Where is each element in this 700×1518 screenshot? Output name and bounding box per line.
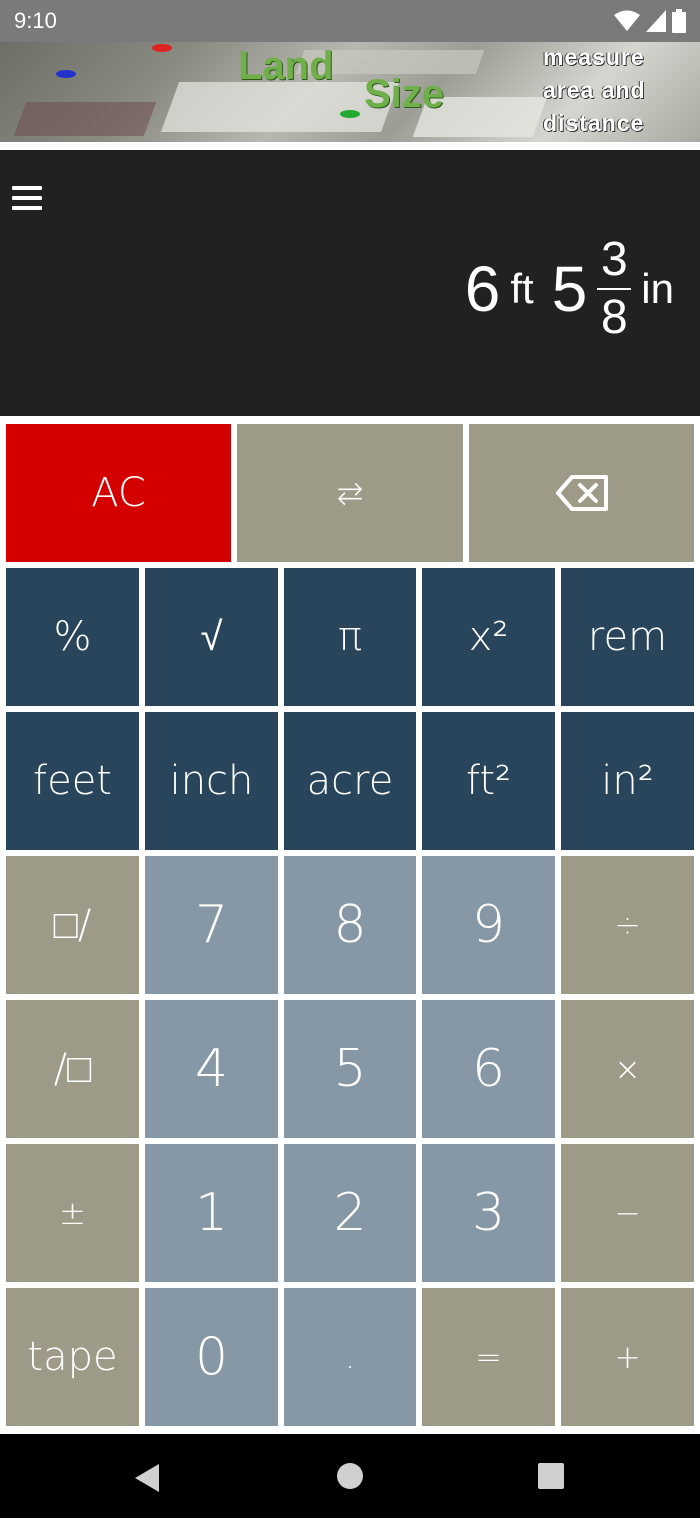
digit-2-button[interactable]: 2 bbox=[284, 1144, 416, 1282]
equals-button[interactable]: = bbox=[422, 1288, 555, 1426]
sqrt-button[interactable]: √ bbox=[145, 568, 278, 706]
tape-button[interactable]: tape bbox=[6, 1288, 139, 1426]
status-icons bbox=[614, 9, 686, 33]
home-icon[interactable] bbox=[336, 1462, 364, 1490]
feet-value: 6 bbox=[464, 253, 501, 325]
hamburger-menu-icon[interactable] bbox=[12, 184, 42, 212]
square-feet-button[interactable]: ft² bbox=[422, 712, 555, 850]
fraction-numerator: 3 bbox=[600, 233, 628, 286]
inch-unit: in bbox=[641, 265, 674, 312]
digit-7-button[interactable]: 7 bbox=[145, 856, 278, 994]
backspace-button[interactable] bbox=[469, 424, 694, 562]
banner-tagline-1: measure bbox=[543, 44, 645, 70]
digit-8-button[interactable]: 8 bbox=[284, 856, 416, 994]
digit-4-button[interactable]: 4 bbox=[145, 1000, 278, 1138]
signal-icon bbox=[646, 10, 666, 32]
multiply-button[interactable]: × bbox=[561, 1000, 694, 1138]
pi-button[interactable]: π bbox=[284, 568, 416, 706]
recents-icon[interactable] bbox=[537, 1462, 565, 1490]
feet-button[interactable]: feet bbox=[6, 712, 139, 850]
square-button[interactable]: x² bbox=[422, 568, 555, 706]
wifi-icon bbox=[614, 10, 640, 31]
ad-banner[interactable]: Land Size measure area and distance bbox=[0, 42, 700, 142]
banner-tagline-3: distance bbox=[543, 110, 645, 136]
inch-button[interactable]: inch bbox=[145, 712, 278, 850]
fraction-denominator: 8 bbox=[600, 291, 628, 344]
inch-fraction: 3 8 bbox=[597, 232, 632, 346]
backspace-icon bbox=[555, 475, 608, 511]
result-readout: 6 ft 5 3 8 in bbox=[465, 224, 682, 354]
digit-1-button[interactable]: 1 bbox=[145, 1144, 278, 1282]
keypad: AC ⇆ % √ π x² rem feet inch acre ft² in²… bbox=[0, 416, 700, 1430]
banner-word-land: Land bbox=[238, 44, 334, 88]
status-bar: 9:10 bbox=[0, 0, 700, 42]
back-icon[interactable] bbox=[133, 1462, 161, 1494]
swap-button[interactable]: ⇆ bbox=[237, 424, 463, 562]
fraction-denominator-button[interactable]: /□ bbox=[6, 1000, 139, 1138]
minus-button[interactable]: − bbox=[561, 1144, 694, 1282]
digit-3-button[interactable]: 3 bbox=[422, 1144, 555, 1282]
banner-word-size: Size bbox=[364, 72, 445, 116]
square-inch-button[interactable]: in² bbox=[561, 712, 694, 850]
acre-button[interactable]: acre bbox=[284, 712, 416, 850]
clear-button[interactable]: AC bbox=[6, 424, 231, 562]
plus-button[interactable]: + bbox=[561, 1288, 694, 1426]
decimal-point-button[interactable]: . bbox=[284, 1288, 416, 1426]
digit-5-button[interactable]: 5 bbox=[284, 1000, 416, 1138]
banner-map-block bbox=[13, 102, 157, 136]
calculator-display: 6 ft 5 3 8 in bbox=[0, 150, 700, 416]
percent-button[interactable]: % bbox=[6, 568, 139, 706]
inch-whole: 5 bbox=[551, 253, 588, 325]
plus-minus-button[interactable]: ± bbox=[6, 1144, 139, 1282]
fraction-numerator-button[interactable]: □/ bbox=[6, 856, 139, 994]
banner-tagline-2: area and bbox=[543, 77, 646, 103]
divide-button[interactable]: ÷ bbox=[561, 856, 694, 994]
map-pin-icon bbox=[340, 110, 360, 118]
navigation-bar bbox=[0, 1434, 700, 1518]
status-time: 9:10 bbox=[14, 8, 57, 33]
feet-unit: ft bbox=[510, 265, 534, 312]
map-pin-icon bbox=[152, 44, 172, 52]
battery-icon bbox=[672, 9, 686, 33]
digit-0-button[interactable]: 0 bbox=[145, 1288, 278, 1426]
rem-button[interactable]: rem bbox=[561, 568, 694, 706]
digit-9-button[interactable]: 9 bbox=[422, 856, 555, 994]
map-pin-icon bbox=[56, 70, 76, 78]
digit-6-button[interactable]: 6 bbox=[422, 1000, 555, 1138]
